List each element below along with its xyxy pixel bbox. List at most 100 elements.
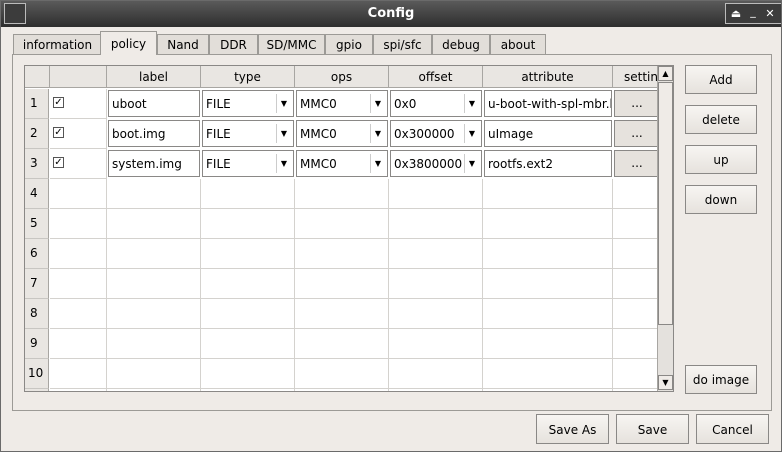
scroll-up-icon[interactable]: ▲ bbox=[658, 66, 673, 81]
empty-cell[interactable] bbox=[483, 329, 613, 359]
row-1-type-select[interactable]: FILE ▼ bbox=[202, 90, 294, 117]
row-1-ops-select[interactable]: MMC0 ▼ bbox=[296, 90, 388, 117]
empty-cell[interactable] bbox=[613, 209, 663, 239]
empty-cell[interactable] bbox=[201, 269, 295, 299]
scroll-down-icon[interactable]: ▼ bbox=[658, 375, 673, 390]
empty-cell[interactable] bbox=[107, 209, 201, 239]
row-header-8[interactable]: 8 bbox=[25, 299, 49, 329]
row-1-label-field[interactable]: uboot bbox=[108, 90, 200, 117]
empty-cell[interactable] bbox=[389, 329, 483, 359]
row-2-offset-select[interactable]: 0x300000 ▼ bbox=[390, 120, 482, 147]
column-header-check[interactable] bbox=[50, 66, 107, 88]
tab-debug[interactable]: debug bbox=[432, 34, 490, 54]
empty-cell[interactable] bbox=[50, 239, 107, 269]
column-header-label[interactable]: label bbox=[107, 66, 201, 88]
shade-icon[interactable]: ⏏ bbox=[729, 7, 743, 20]
empty-cell[interactable] bbox=[613, 299, 663, 329]
empty-cell[interactable] bbox=[389, 299, 483, 329]
minimize-icon[interactable]: _ bbox=[746, 5, 760, 18]
row-3-label-field[interactable]: system.img bbox=[108, 150, 200, 177]
empty-cell[interactable] bbox=[50, 299, 107, 329]
empty-cell[interactable] bbox=[50, 269, 107, 299]
tab-ddr[interactable]: DDR bbox=[209, 34, 258, 54]
empty-cell[interactable] bbox=[389, 269, 483, 299]
empty-cell[interactable] bbox=[295, 209, 389, 239]
chevron-down-icon[interactable]: ▼ bbox=[464, 124, 479, 143]
row-header-10[interactable]: 10 bbox=[25, 359, 49, 389]
table-vertical-scrollbar[interactable]: ▲ ▼ bbox=[657, 66, 673, 391]
column-header-offset[interactable]: offset bbox=[389, 66, 483, 88]
row-header-5[interactable]: 5 bbox=[25, 209, 49, 239]
empty-cell[interactable] bbox=[201, 329, 295, 359]
empty-cell[interactable] bbox=[107, 389, 201, 391]
delete-button[interactable]: delete bbox=[685, 105, 757, 134]
chevron-down-icon[interactable]: ▼ bbox=[276, 124, 291, 143]
tab-about[interactable]: about bbox=[490, 34, 546, 54]
row-3-type-select[interactable]: FILE ▼ bbox=[202, 150, 294, 177]
empty-cell[interactable] bbox=[295, 389, 389, 391]
empty-cell[interactable] bbox=[483, 179, 613, 209]
row-1-checkbox[interactable]: ✓ bbox=[53, 97, 64, 108]
title-bar[interactable]: Config ⏏ _ ✕ bbox=[1, 1, 781, 27]
empty-cell[interactable] bbox=[295, 179, 389, 209]
row-header-2[interactable]: 2 bbox=[25, 119, 49, 149]
empty-cell[interactable] bbox=[613, 179, 663, 209]
empty-cell[interactable] bbox=[389, 359, 483, 389]
empty-cell[interactable] bbox=[613, 329, 663, 359]
chevron-down-icon[interactable]: ▼ bbox=[370, 124, 385, 143]
empty-cell[interactable] bbox=[295, 269, 389, 299]
tab-gpio[interactable]: gpio bbox=[325, 34, 373, 54]
empty-cell[interactable] bbox=[50, 209, 107, 239]
empty-cell[interactable] bbox=[483, 239, 613, 269]
row-header-4[interactable]: 4 bbox=[25, 179, 49, 209]
empty-cell[interactable] bbox=[50, 179, 107, 209]
row-header-1[interactable]: 1 bbox=[25, 89, 49, 119]
close-icon[interactable]: ✕ bbox=[763, 7, 777, 20]
tab-nand[interactable]: Nand bbox=[157, 34, 209, 54]
row-2-attribute-field[interactable]: uImage bbox=[484, 120, 612, 147]
empty-cell[interactable] bbox=[107, 239, 201, 269]
empty-cell[interactable] bbox=[389, 209, 483, 239]
row-3-setting-button[interactable]: ... bbox=[614, 150, 660, 177]
row-3-attribute-field[interactable]: rootfs.ext2 bbox=[484, 150, 612, 177]
row-1-offset-select[interactable]: 0x0 ▼ bbox=[390, 90, 482, 117]
empty-cell[interactable] bbox=[107, 299, 201, 329]
row-3-ops-select[interactable]: MMC0 ▼ bbox=[296, 150, 388, 177]
chevron-down-icon[interactable]: ▼ bbox=[464, 94, 479, 113]
empty-cell[interactable] bbox=[483, 389, 613, 391]
cancel-button[interactable]: Cancel bbox=[696, 414, 769, 444]
empty-cell[interactable] bbox=[389, 179, 483, 209]
column-header-attribute[interactable]: attribute bbox=[483, 66, 613, 88]
empty-cell[interactable] bbox=[613, 359, 663, 389]
tab-spi-sfc[interactable]: spi/sfc bbox=[373, 34, 432, 54]
do-image-button[interactable]: do image bbox=[685, 365, 757, 394]
empty-cell[interactable] bbox=[107, 359, 201, 389]
row-2-setting-button[interactable]: ... bbox=[614, 120, 660, 147]
row-3-offset-select[interactable]: 0x3800000 ▼ bbox=[390, 150, 482, 177]
chevron-down-icon[interactable]: ▼ bbox=[276, 94, 291, 113]
row-header-9[interactable]: 9 bbox=[25, 329, 49, 359]
row-header-6[interactable]: 6 bbox=[25, 239, 49, 269]
empty-cell[interactable] bbox=[613, 389, 663, 391]
empty-cell[interactable] bbox=[201, 389, 295, 391]
down-button[interactable]: down bbox=[685, 185, 757, 214]
empty-cell[interactable] bbox=[107, 179, 201, 209]
empty-cell[interactable] bbox=[50, 359, 107, 389]
row-1-attribute-field[interactable]: u-boot-with-spl-mbr.bin bbox=[484, 90, 612, 117]
empty-cell[interactable] bbox=[483, 359, 613, 389]
empty-cell[interactable] bbox=[483, 209, 613, 239]
row-2-label-field[interactable]: boot.img bbox=[108, 120, 200, 147]
tab-sdmmc[interactable]: SD/MMC bbox=[258, 34, 325, 54]
empty-cell[interactable] bbox=[389, 389, 483, 391]
empty-cell[interactable] bbox=[201, 179, 295, 209]
empty-cell[interactable] bbox=[295, 329, 389, 359]
row-2-type-select[interactable]: FILE ▼ bbox=[202, 120, 294, 147]
save-button[interactable]: Save bbox=[616, 414, 689, 444]
up-button[interactable]: up bbox=[685, 145, 757, 174]
row-2-ops-select[interactable]: MMC0 ▼ bbox=[296, 120, 388, 147]
empty-cell[interactable] bbox=[201, 239, 295, 269]
row-1-setting-button[interactable]: ... bbox=[614, 90, 660, 117]
empty-cell[interactable] bbox=[50, 329, 107, 359]
row-header-7[interactable]: 7 bbox=[25, 269, 49, 299]
empty-cell[interactable] bbox=[389, 239, 483, 269]
